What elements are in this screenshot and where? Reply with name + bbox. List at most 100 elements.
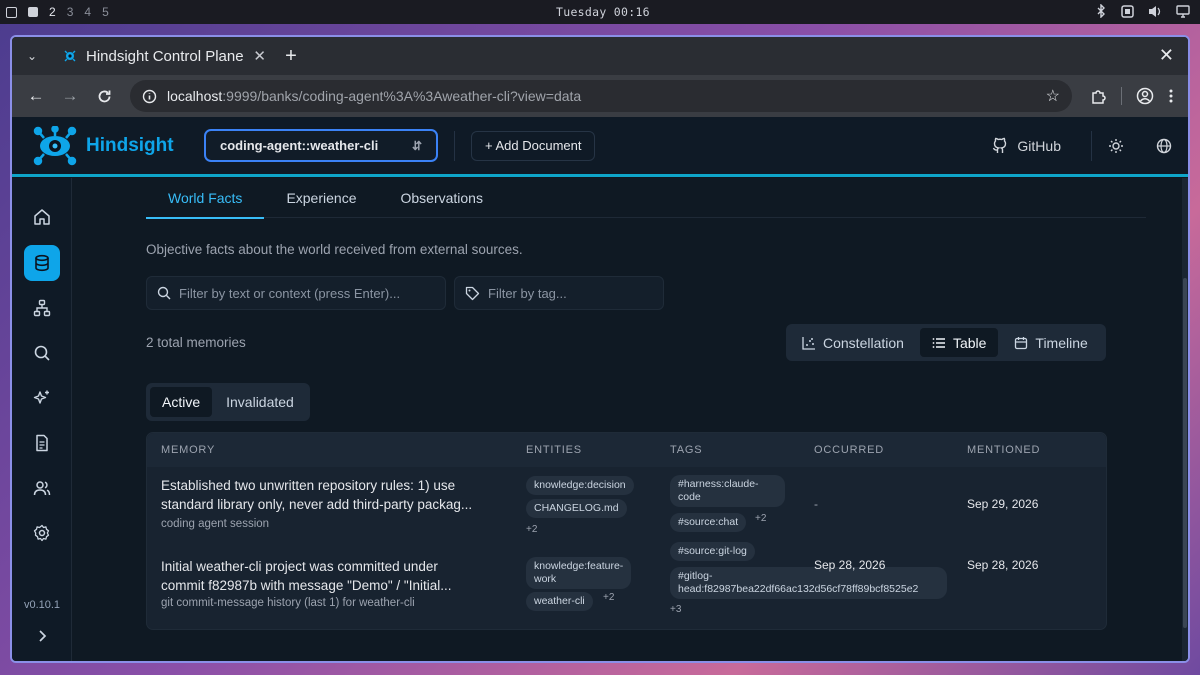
sidebar-item-search[interactable]	[24, 335, 60, 371]
table-row[interactable]: Established two unwritten repository rul…	[147, 467, 1108, 549]
view-constellation-button[interactable]: Constellation	[790, 328, 916, 357]
github-link[interactable]: GitHub	[961, 137, 1091, 155]
memory-text-line2: standard library only, never add third-p…	[161, 497, 473, 512]
view-timeline-button[interactable]: Timeline	[1002, 328, 1099, 357]
bookmark-star-icon[interactable]: ☆	[1046, 86, 1060, 106]
memory-text: Established two unwritten repository rul…	[161, 476, 506, 514]
github-icon	[993, 137, 1007, 153]
active-filter-button[interactable]: Active	[150, 387, 213, 417]
browser-window: ⌄ Hindsight Control Plane ✕ + ✕ ← → loca…	[10, 35, 1190, 663]
tag-pill[interactable]: #gitlog- head:f82987bea22df66ac132d56cf7…	[670, 567, 947, 599]
sidebar-item-entities[interactable]	[24, 470, 60, 506]
tag-more-count[interactable]: +3	[670, 604, 681, 615]
invalidated-filter-button[interactable]: Invalidated	[214, 387, 306, 417]
app-header: Hindsight coding-agent::weather-cli ⇵ + …	[12, 117, 1188, 177]
desktop-top-bar: 2 3 4 5 Tuesday 00:16	[0, 0, 1200, 24]
column-entities[interactable]: ENTITIES	[526, 444, 582, 456]
table-row[interactable]: Initial weather-cli project was committe…	[147, 542, 1108, 631]
sidebar-item-graph[interactable]	[24, 290, 60, 326]
url-host: localhost	[167, 88, 223, 104]
scrollbar-thumb[interactable]	[1183, 278, 1187, 628]
hindsight-favicon-icon	[64, 50, 76, 62]
text-filter-input[interactable]: Filter by text or context (press Enter).…	[146, 276, 446, 310]
entity-pill[interactable]: CHANGELOG.md	[526, 499, 627, 518]
column-memory[interactable]: MEMORY	[161, 444, 215, 456]
extensions-icon[interactable]	[1090, 88, 1107, 105]
entity-pill[interactable]: knowledge:feature- work	[526, 557, 632, 589]
sidebar-item-reflect[interactable]	[24, 380, 60, 416]
fact-type-tabs: World Facts Experience Observations	[146, 178, 1146, 219]
workspace-5[interactable]: 5	[102, 5, 109, 19]
entity-pill-line1: knowledge:feature-	[534, 560, 624, 572]
document-icon	[35, 434, 48, 452]
tab-world-facts[interactable]: World Facts	[146, 178, 265, 219]
add-document-button[interactable]: + Add Document	[471, 130, 596, 161]
sidebar-item-documents[interactable]	[24, 425, 60, 461]
profile-icon[interactable]	[1136, 87, 1154, 105]
workspace-1-indicator[interactable]	[28, 7, 38, 17]
toolbar-divider	[1121, 87, 1122, 105]
entity-pill[interactable]: weather-cli	[526, 592, 593, 611]
tag-pill[interactable]: #source:git-log	[670, 542, 755, 561]
sidebar-item-home[interactable]	[24, 199, 60, 235]
tag-more-count[interactable]: +2	[755, 513, 766, 524]
site-info-icon[interactable]	[142, 89, 157, 104]
tag-pill[interactable]: #harness:claude- code	[670, 475, 785, 507]
entity-pill[interactable]: knowledge:decision	[526, 476, 634, 495]
occurred-date: Sep 28, 2026	[814, 558, 886, 572]
view-mode-toggle: Constellation Table Timeline	[786, 324, 1106, 361]
browser-tab[interactable]: Hindsight Control Plane ✕	[52, 37, 276, 75]
close-window-icon[interactable]: ✕	[1159, 45, 1174, 66]
bank-selector-value: coding-agent::weather-cli	[220, 138, 379, 153]
sidebar-item-settings[interactable]	[24, 515, 60, 551]
sidebar-item-data[interactable]	[23, 245, 60, 281]
column-mentioned[interactable]: MENTIONED	[967, 444, 1040, 456]
chevron-right-icon	[39, 630, 47, 642]
workspace-4[interactable]: 4	[84, 5, 91, 19]
column-tags[interactable]: TAGS	[670, 444, 702, 456]
reload-button[interactable]	[90, 82, 118, 110]
memory-text: Initial weather-cli project was committe…	[161, 557, 506, 595]
memory-context: git commit-message history (last 1) for …	[161, 597, 415, 609]
view-constellation-label: Constellation	[823, 334, 904, 351]
logo-text: Hindsight	[86, 134, 174, 156]
screen-icon[interactable]	[1121, 4, 1134, 18]
language-button[interactable]	[1140, 138, 1188, 154]
volume-icon[interactable]	[1148, 5, 1162, 18]
app-logo[interactable]: Hindsight	[12, 125, 204, 166]
back-button[interactable]: ←	[22, 82, 50, 110]
forward-button[interactable]: →	[56, 82, 84, 110]
close-tab-icon[interactable]: ✕	[253, 47, 266, 65]
address-bar[interactable]: localhost:9999/banks/coding-agent%3A%3Aw…	[130, 80, 1072, 112]
bank-selector[interactable]: coding-agent::weather-cli ⇵	[204, 129, 438, 162]
mentioned-date: Sep 29, 2026	[967, 497, 1039, 511]
globe-icon	[1156, 138, 1172, 153]
browser-menu-icon[interactable]	[1168, 88, 1174, 104]
new-tab-button[interactable]: +	[276, 45, 306, 68]
tab-observations[interactable]: Observations	[378, 178, 504, 218]
tab-experience[interactable]: Experience	[264, 178, 378, 218]
bluetooth-icon[interactable]	[1095, 4, 1107, 18]
column-occurred[interactable]: OCCURRED	[814, 444, 884, 456]
view-timeline-label: Timeline	[1035, 334, 1088, 351]
tab-list-chevron-icon[interactable]: ⌄	[12, 49, 52, 63]
view-table-button[interactable]: Table	[919, 328, 999, 357]
tag-pill-line2: head:f82987bea22df66ac132d56cf78ff89bcf8…	[678, 583, 919, 595]
entity-more-count[interactable]: +2	[603, 592, 614, 603]
clock[interactable]: Tuesday 00:16	[556, 5, 650, 19]
expand-sidebar-button[interactable]	[24, 618, 60, 654]
theme-toggle-button[interactable]	[1092, 138, 1140, 154]
home-icon	[33, 209, 50, 225]
hierarchy-icon	[33, 299, 50, 317]
memory-text-line1: Established two unwritten repository rul…	[161, 478, 456, 493]
status-toggle: Active Invalidated	[146, 383, 310, 421]
workspace-switcher: 2 3 4 5	[0, 5, 109, 19]
tag-pill[interactable]: #source:chat	[670, 513, 747, 532]
workspace-3[interactable]: 3	[67, 5, 74, 19]
workspace-2[interactable]: 2	[49, 5, 56, 19]
entity-more-count[interactable]: +2	[526, 524, 537, 535]
display-icon[interactable]	[1176, 4, 1190, 18]
layout-icon[interactable]	[6, 6, 17, 18]
tag-filter-input[interactable]: Filter by tag...	[454, 276, 664, 310]
page-scrollbar[interactable]	[1182, 178, 1188, 661]
